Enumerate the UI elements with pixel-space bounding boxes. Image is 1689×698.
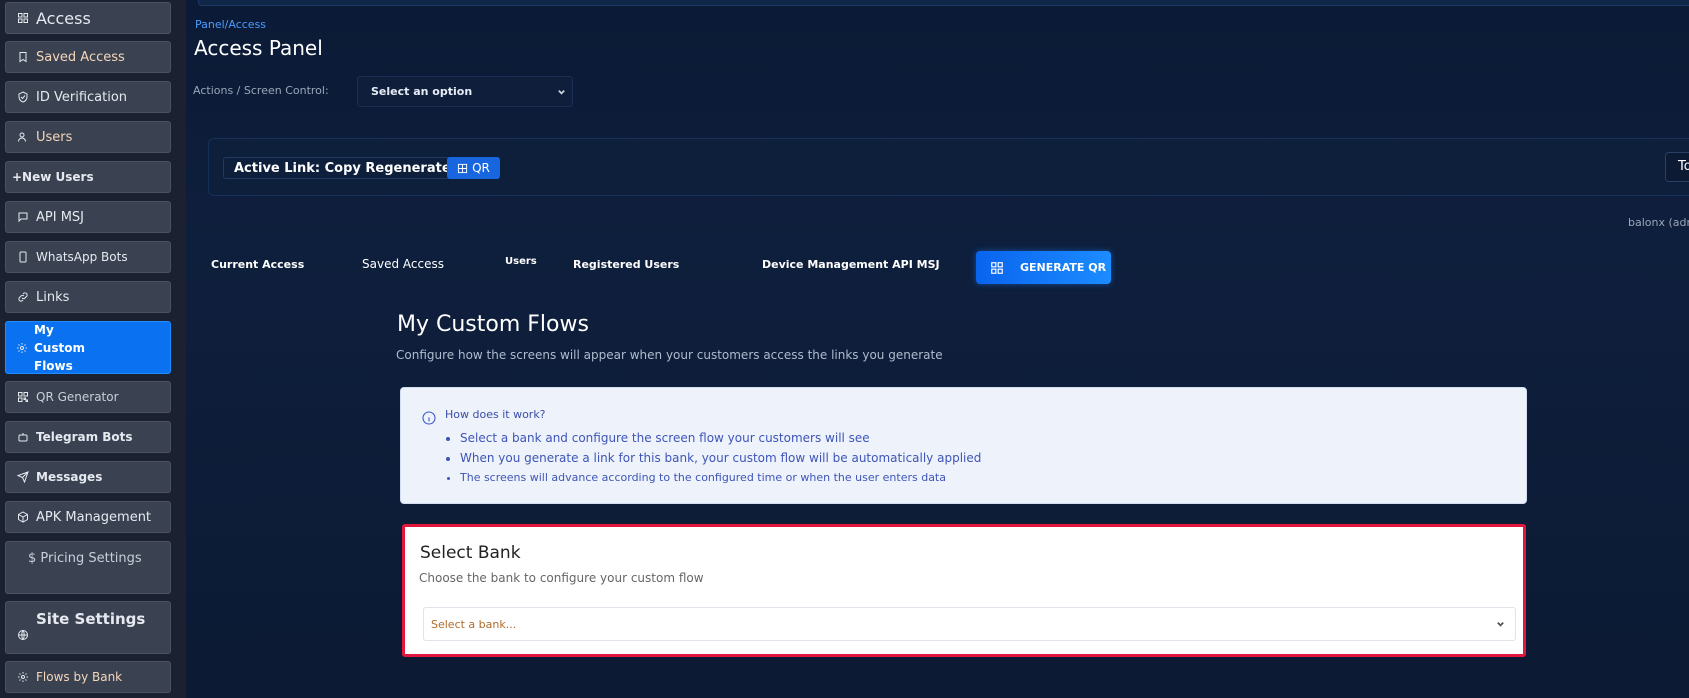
info-item: The screens will advance according to th… bbox=[460, 468, 981, 488]
flows-subtitle: Configure how the screens will appear wh… bbox=[396, 348, 943, 362]
active-link-text[interactable]: Active Link: Copy Regenerate bbox=[223, 157, 462, 179]
bank-select-placeholder: Select a bank... bbox=[431, 617, 517, 631]
info-icon bbox=[421, 410, 437, 426]
message-square-icon bbox=[16, 210, 30, 224]
chevron-down-icon bbox=[1496, 620, 1505, 629]
sidebar-item-my-custom-flows[interactable]: My Custom Flows bbox=[5, 321, 171, 374]
info-card: How does it work? Select a bank and conf… bbox=[400, 387, 1527, 504]
flows-title: My Custom Flows bbox=[397, 312, 589, 337]
link-icon bbox=[16, 290, 30, 304]
sidebar-item-label: My Custom Flows bbox=[34, 322, 85, 373]
smartphone-icon bbox=[16, 250, 30, 264]
right-tab[interactable]: To bbox=[1665, 152, 1689, 182]
sidebar-item-label: Saved Access bbox=[36, 49, 125, 65]
tab-current-access[interactable]: Current Access bbox=[211, 258, 304, 271]
sidebar-item-telegram-bots[interactable]: Telegram Bots bbox=[5, 421, 171, 453]
sidebar-item-whatsapp-bots[interactable]: WhatsApp Bots bbox=[5, 241, 171, 273]
generate-qr-button[interactable]: GENERATE QR bbox=[976, 251, 1111, 284]
qr-button-label: QR bbox=[472, 161, 490, 175]
sidebar-item-label: Flows by Bank bbox=[36, 670, 123, 684]
sidebar-item-label: API MSJ bbox=[36, 209, 85, 225]
gear-icon bbox=[16, 341, 28, 355]
chevron-down-icon bbox=[557, 87, 566, 96]
sidebar-item-users[interactable]: Users bbox=[5, 121, 171, 153]
user-icon bbox=[16, 130, 30, 144]
shield-check-icon bbox=[16, 90, 30, 104]
breadcrumb[interactable]: Panel/Access bbox=[195, 18, 266, 31]
tab-registered-users[interactable]: Registered Users bbox=[573, 258, 679, 271]
qr-icon bbox=[16, 390, 30, 404]
gear-icon bbox=[16, 670, 30, 684]
actions-label: Actions / Screen Control: bbox=[193, 84, 329, 97]
sidebar-item-label: +New Users bbox=[12, 170, 94, 184]
top-bar bbox=[198, 0, 1689, 6]
qr-icon bbox=[458, 163, 468, 173]
page-title: Access Panel bbox=[194, 36, 323, 60]
qr-icon bbox=[991, 261, 1003, 274]
sidebar-item-label: Links bbox=[36, 289, 70, 305]
sidebar-item-id-verification[interactable]: ID Verification bbox=[5, 81, 171, 113]
sidebar-item-label: Access bbox=[36, 8, 91, 28]
actions-select-value: Select an option bbox=[371, 85, 473, 98]
sidebar-item-site-settings[interactable]: Site Settings bbox=[5, 601, 171, 654]
sidebar-item-links[interactable]: Links bbox=[5, 281, 171, 313]
bot-icon bbox=[16, 430, 30, 444]
sidebar-item-label: ID Verification bbox=[36, 89, 128, 105]
tab-device-management[interactable]: Device Management API MSJ bbox=[762, 258, 940, 271]
sidebar-item-label: Messages bbox=[36, 470, 103, 484]
sidebar-item-label: Telegram Bots bbox=[36, 430, 133, 444]
tab-users[interactable]: Users bbox=[505, 256, 537, 267]
actions-select[interactable]: Select an option bbox=[357, 76, 573, 107]
sidebar-item-messages[interactable]: Messages bbox=[5, 461, 171, 493]
info-title: How does it work? bbox=[445, 408, 546, 421]
sidebar-item-new-users[interactable]: +New Users bbox=[5, 161, 171, 193]
info-item: Select a bank and configure the screen f… bbox=[460, 428, 981, 448]
globe-icon bbox=[16, 628, 30, 642]
sidebar-item-access[interactable]: Access bbox=[5, 2, 171, 34]
sidebar-item-qr-generator[interactable]: QR Generator bbox=[5, 381, 171, 413]
bookmark-icon bbox=[16, 50, 30, 64]
info-list: Select a bank and configure the screen f… bbox=[460, 428, 981, 488]
active-link-card: Active Link: Copy Regenerate QR bbox=[208, 138, 1689, 196]
sidebar-item-label: $ Pricing Settings bbox=[28, 551, 142, 566]
qr-button[interactable]: QR bbox=[447, 157, 500, 179]
sidebar-item-label: APK Management bbox=[36, 509, 152, 525]
generate-qr-label: GENERATE QR bbox=[1020, 261, 1107, 274]
sidebar-item-saved-access[interactable]: Saved Access bbox=[5, 41, 171, 73]
sidebar: Access Saved Access ID Verification User… bbox=[0, 0, 186, 698]
main-content: Panel/Access Access Panel Actions / Scre… bbox=[186, 0, 1689, 698]
package-icon bbox=[16, 510, 30, 524]
select-bank-subtitle: Choose the bank to configure your custom… bbox=[419, 571, 704, 585]
grid-icon bbox=[16, 11, 30, 25]
user-label: balonx (adm bbox=[1628, 216, 1689, 229]
sidebar-item-label: Site Settings bbox=[36, 610, 146, 628]
sidebar-item-flows-by-bank[interactable]: Flows by Bank bbox=[5, 661, 171, 693]
sidebar-item-pricing-settings[interactable]: $ Pricing Settings bbox=[5, 541, 171, 594]
bank-select[interactable]: Select a bank... bbox=[423, 607, 1516, 641]
select-bank-title: Select Bank bbox=[420, 543, 521, 563]
tab-saved-access[interactable]: Saved Access bbox=[362, 257, 444, 271]
sidebar-item-api-msj[interactable]: API MSJ bbox=[5, 201, 171, 233]
sidebar-item-apk-management[interactable]: APK Management bbox=[5, 501, 171, 533]
sidebar-item-label: WhatsApp Bots bbox=[36, 250, 128, 264]
send-icon bbox=[16, 470, 30, 484]
select-bank-card: Select Bank Choose the bank to configure… bbox=[402, 524, 1526, 657]
info-item: When you generate a link for this bank, … bbox=[460, 448, 981, 468]
sidebar-item-label: Users bbox=[36, 129, 73, 145]
sidebar-item-label: QR Generator bbox=[36, 390, 119, 404]
